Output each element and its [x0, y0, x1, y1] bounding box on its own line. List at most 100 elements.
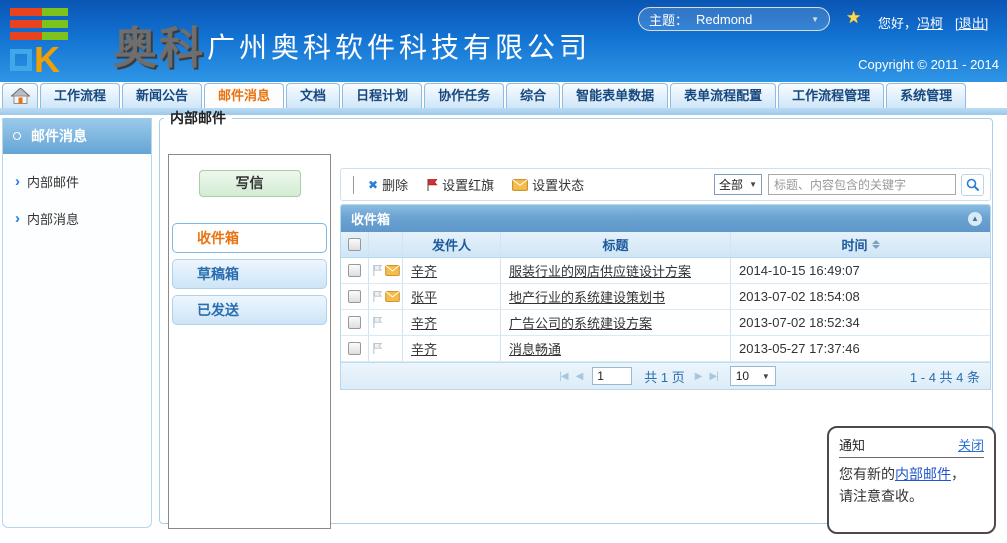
- inbox-grid: 收件箱 ▲ 发件人 标题 时间: [340, 204, 991, 390]
- table-row[interactable]: 辛齐 广告公司的系统建设方案 2013-07-02 18:52:34: [341, 310, 990, 336]
- new-mail-link[interactable]: 内部邮件: [895, 466, 951, 482]
- star-icon[interactable]: ★: [846, 8, 861, 28]
- theme-select[interactable]: 主题： Redmond ▼: [638, 7, 830, 31]
- header: K 奥科 广州奥科软件科技有限公司 主题： Redmond ▼ ★ 您好，冯柯 …: [0, 0, 1007, 82]
- username-link[interactable]: 冯柯: [917, 16, 943, 31]
- chevron-down-icon: ▼: [749, 180, 757, 189]
- select-all-checkbox[interactable]: [348, 238, 361, 251]
- pager-last-icon[interactable]: ▶|: [709, 371, 717, 382]
- chevron-down-icon: ▼: [762, 372, 770, 381]
- tab-system-mgmt[interactable]: 系统管理: [886, 83, 966, 108]
- mail-title-link[interactable]: 服装行业的网店供应链设计方案: [509, 261, 691, 280]
- mail-toolbar: ✖ 删除 设置红旗 设置状态 全部 ▼: [340, 168, 991, 201]
- sender-link[interactable]: 辛齐: [411, 313, 437, 332]
- tab-form-flow-config[interactable]: 表单流程配置: [670, 83, 776, 108]
- notification-popup: 通知 关闭 您有新的内部邮件， 请注意查收。: [827, 426, 996, 534]
- notification-body: 您有新的内部邮件， 请注意查收。: [839, 464, 984, 507]
- home-icon: [11, 88, 30, 104]
- envelope-icon: [385, 291, 400, 302]
- pager: |◀ ◀ 共 1 页 ▶ ▶| 10 ▼ 1 - 4 共 4 条: [341, 362, 990, 389]
- record-range-label: 1 - 4 共 4 条: [910, 367, 980, 386]
- row-checkbox[interactable]: [348, 316, 361, 329]
- tab-docs[interactable]: 文档: [286, 83, 340, 108]
- tab-mail[interactable]: 邮件消息: [204, 83, 284, 108]
- grid-header: 收件箱 ▲: [341, 205, 990, 232]
- grid-title: 收件箱: [351, 209, 390, 228]
- table-row[interactable]: 辛齐 消息畅通 2013-05-27 17:37:46: [341, 336, 990, 362]
- tab-schedule[interactable]: 日程计划: [342, 83, 422, 108]
- sidebar-item-internal-message[interactable]: › 内部消息: [3, 209, 151, 228]
- tab-smartform-data[interactable]: 智能表单数据: [562, 83, 668, 108]
- mail-time: 2013-07-02 18:52:34: [739, 315, 860, 330]
- table-row[interactable]: 辛齐 服装行业的网店供应链设计方案 2014-10-15 16:49:07: [341, 258, 990, 284]
- mail-title-link[interactable]: 广告公司的系统建设方案: [509, 313, 652, 332]
- home-button[interactable]: [2, 83, 38, 108]
- chevron-down-icon: ▼: [811, 15, 819, 24]
- search-input[interactable]: [768, 174, 956, 195]
- chevron-right-icon: ›: [15, 173, 20, 190]
- mail-time: 2014-10-15 16:49:07: [739, 263, 860, 278]
- set-flag-button[interactable]: 设置红旗: [426, 175, 494, 194]
- tab-misc[interactable]: 综合: [506, 83, 560, 108]
- mail-time: 2013-05-27 17:37:46: [739, 341, 860, 356]
- mail-title-link[interactable]: 地产行业的系统建设策划书: [509, 287, 665, 306]
- sidebar-item-internal-mail[interactable]: › 内部邮件: [3, 172, 151, 191]
- folder-sent[interactable]: 已发送: [172, 295, 327, 325]
- sidebar-title: 邮件消息: [31, 126, 87, 146]
- page-size-select[interactable]: 10 ▼: [730, 366, 776, 386]
- main-nav: 工作流程 新闻公告 邮件消息 文档 日程计划 协作任务 综合 智能表单数据 表单…: [0, 82, 1007, 108]
- chevron-right-icon: ›: [15, 210, 20, 227]
- tab-news[interactable]: 新闻公告: [122, 83, 202, 108]
- set-status-button[interactable]: 设置状态: [512, 175, 584, 194]
- page-size-value: 10: [736, 369, 749, 383]
- mail-title-link[interactable]: 消息畅通: [509, 339, 561, 358]
- bullet-icon: [13, 132, 21, 140]
- toolbar-separator: [353, 176, 354, 194]
- row-checkbox[interactable]: [348, 264, 361, 277]
- row-checkbox[interactable]: [348, 342, 361, 355]
- sender-link[interactable]: 辛齐: [411, 261, 437, 280]
- sender-link[interactable]: 张平: [411, 287, 437, 306]
- page-number-input[interactable]: [592, 367, 632, 385]
- folder-drafts[interactable]: 草稿箱: [172, 259, 327, 289]
- page-count-label: 共 1 页: [644, 367, 684, 386]
- table-row[interactable]: 张平 地产行业的系统建设策划书 2013-07-02 18:54:08: [341, 284, 990, 310]
- notification-close-link[interactable]: 关闭: [958, 435, 984, 454]
- scope-select[interactable]: 全部 ▼: [714, 174, 762, 195]
- col-header-sender[interactable]: 发件人: [403, 232, 501, 257]
- tab-tasks[interactable]: 协作任务: [424, 83, 504, 108]
- envelope-icon: [512, 179, 528, 191]
- compose-button[interactable]: 写信: [199, 170, 301, 197]
- search-icon: [966, 178, 980, 192]
- copyright: Copyright © 2011 - 2014: [858, 57, 999, 72]
- tab-workflow[interactable]: 工作流程: [40, 83, 120, 108]
- sidebar: 邮件消息 › 内部邮件 › 内部消息: [2, 118, 152, 528]
- pager-next-icon[interactable]: ▶: [695, 371, 702, 382]
- theme-value: Redmond: [696, 12, 752, 27]
- sender-link[interactable]: 辛齐: [411, 339, 437, 358]
- col-header-title[interactable]: 标题: [501, 232, 731, 257]
- company-logo-icon: K: [10, 8, 110, 76]
- page-title: 内部邮件: [164, 108, 232, 128]
- company-name: 广州奥科软件科技有限公司: [207, 26, 591, 66]
- envelope-icon: [385, 265, 400, 276]
- row-checkbox[interactable]: [348, 290, 361, 303]
- search-button[interactable]: [961, 174, 984, 196]
- pager-first-icon[interactable]: |◀: [559, 371, 567, 382]
- flag-icon: [372, 290, 383, 303]
- mail-time: 2013-07-02 18:54:08: [739, 289, 860, 304]
- delete-x-icon: ✖: [368, 178, 378, 192]
- col-header-time[interactable]: 时间: [731, 232, 990, 257]
- flag-icon: [372, 316, 383, 329]
- tab-workflow-mgmt[interactable]: 工作流程管理: [778, 83, 884, 108]
- sidebar-header: 邮件消息: [3, 118, 151, 154]
- pager-prev-icon[interactable]: ◀: [576, 371, 583, 382]
- sidebar-item-label: 内部邮件: [27, 172, 79, 191]
- flag-icon: [372, 342, 383, 355]
- logout-link[interactable]: [退出]: [955, 13, 988, 32]
- folder-panel: 写信 收件箱 草稿箱 已发送: [168, 154, 331, 529]
- collapse-icon[interactable]: ▲: [968, 212, 982, 226]
- sidebar-item-label: 内部消息: [27, 209, 79, 228]
- folder-inbox[interactable]: 收件箱: [172, 223, 327, 253]
- delete-button[interactable]: ✖ 删除: [368, 175, 408, 194]
